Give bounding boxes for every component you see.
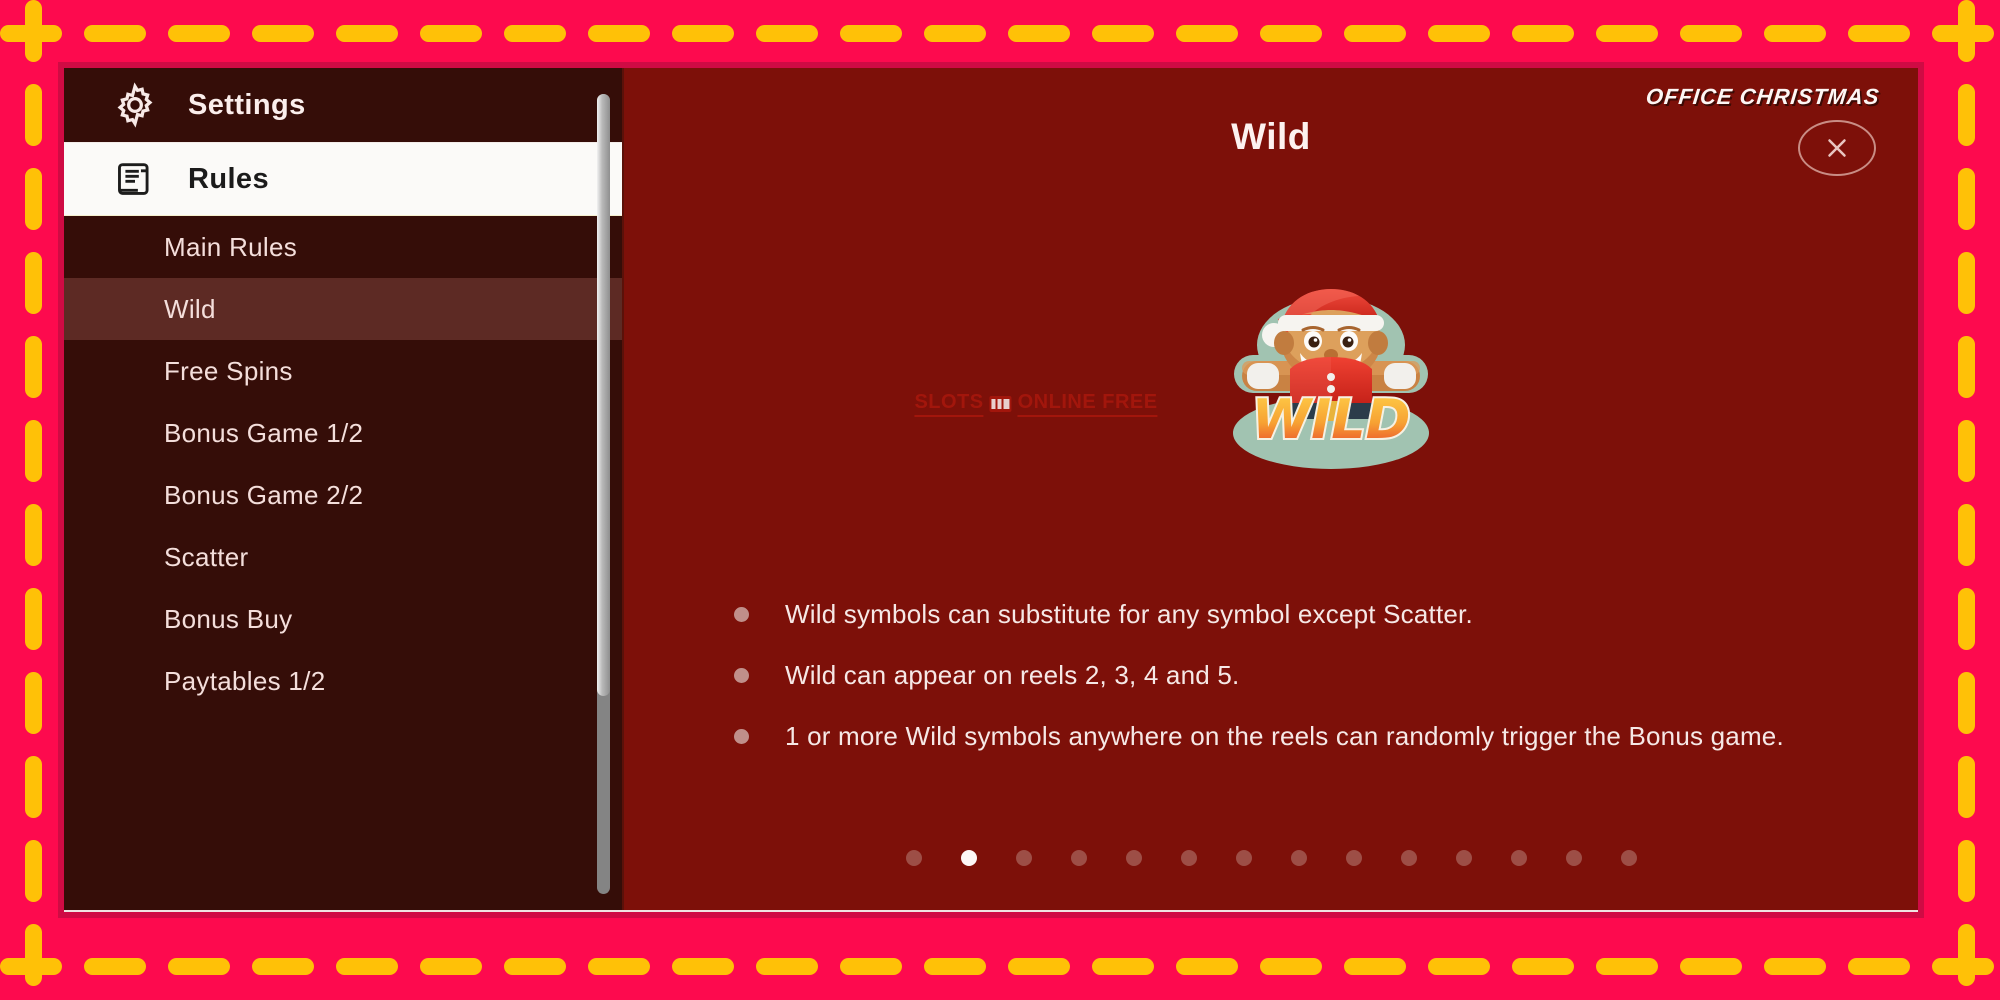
bullet-dot-icon <box>734 667 749 683</box>
sidebar-scrollbar-thumb[interactable] <box>597 94 610 696</box>
sidebar-subitem-main-rules[interactable]: Main Rules <box>64 216 624 278</box>
sidebar-subitem-free-spins[interactable]: Free Spins <box>64 340 624 402</box>
sidebar-subitem-scatter[interactable]: Scatter <box>64 526 624 588</box>
rules-bullet-item: Wild can appear on reels 2, 3, 4 and 5. <box>734 657 1798 694</box>
watermark-left-text: SLOTS <box>914 391 984 417</box>
pagination-dot[interactable] <box>1565 850 1582 866</box>
pagination-dots <box>624 850 1918 866</box>
page-title: Wild <box>1231 116 1311 157</box>
watermark-right-text: ONLINE FREE <box>1017 391 1158 417</box>
frame-dashes-left <box>25 0 42 1000</box>
sidebar-item-rules[interactable]: Rules <box>64 142 624 216</box>
rules-bullet-text: Wild can appear on reels 2, 3, 4 and 5. <box>785 659 1240 690</box>
rules-bullet-item: Wild symbols can substitute for any symb… <box>734 596 1798 633</box>
sidebar-subitem-label: Free Spins <box>164 355 293 386</box>
gear-icon <box>112 82 158 128</box>
symbol-illustration-area: SLOTS ONLINE FREE WILD <box>624 283 1918 483</box>
modal-outer-border: Settings Rules Main Rules Wild Free Spins B… <box>58 62 1924 918</box>
sidebar-item-rules-label: Rules <box>188 162 269 195</box>
close-button[interactable] <box>1798 120 1876 176</box>
sidebar-sub-list: Main Rules Wild Free Spins Bonus Game 1/2 Bo… <box>64 216 624 712</box>
rules-bullet-list: Wild symbols can substitute for any symb… <box>734 596 1798 779</box>
pagination-dot[interactable] <box>1455 850 1472 866</box>
sidebar-scrollbar-track[interactable] <box>597 94 610 894</box>
sidebar-subitem-label: Bonus Game 1/2 <box>164 417 364 448</box>
pagination-dot[interactable] <box>1015 850 1032 866</box>
frame-dashes-top <box>0 25 2000 42</box>
bullet-dot-icon <box>734 607 749 622</box>
pagination-dot[interactable] <box>1290 850 1307 866</box>
sidebar-subitem-label: Bonus Game 2/2 <box>164 479 364 510</box>
rules-bullet-text: Wild symbols can substitute for any symb… <box>785 599 1473 629</box>
slot-machine-icon <box>989 396 1012 412</box>
sidebar-subitem-label: Wild <box>164 293 216 324</box>
sidebar-subitem-bonus-game-2-2[interactable]: Bonus Game 2/2 <box>64 464 624 526</box>
pagination-dot[interactable] <box>1400 850 1417 866</box>
rules-bullet-text: 1 or more Wild symbols anywhere on the r… <box>785 720 1784 751</box>
rules-bullet-item: 1 or more Wild symbols anywhere on the r… <box>734 718 1798 755</box>
frame-dashes-bottom <box>0 958 2000 975</box>
sidebar-subitem-wild[interactable]: Wild <box>64 278 624 340</box>
sidebar-subitem-bonus-game-1-2[interactable]: Bonus Game 1/2 <box>64 402 624 464</box>
sidebar-subitem-label: Scatter <box>164 541 249 572</box>
sidebar: Settings Rules Main Rules Wild Free Spins B… <box>64 68 624 910</box>
content-panel: OFFICE CHRISTMAS Wild SLOTS ONLINE FREE <box>624 68 1918 910</box>
pagination-dot[interactable] <box>905 850 922 866</box>
game-brand-title: OFFICE CHRISTMAS <box>1645 84 1882 109</box>
sidebar-item-settings-label: Settings <box>188 88 306 121</box>
pagination-dot[interactable] <box>960 850 977 866</box>
close-icon <box>1828 139 1846 157</box>
frame-dashes-right <box>1958 0 1975 1000</box>
game-info-modal: Settings Rules Main Rules Wild Free Spins B… <box>64 68 1918 912</box>
pagination-dot[interactable] <box>1620 850 1637 866</box>
sidebar-subitem-label: Bonus Buy <box>164 603 293 634</box>
pagination-dot[interactable] <box>1180 850 1197 866</box>
scroll-icon <box>112 156 158 202</box>
pagination-dot[interactable] <box>1070 850 1087 866</box>
site-watermark: SLOTS ONLINE FREE <box>914 391 1158 417</box>
sidebar-item-settings[interactable]: Settings <box>64 68 624 142</box>
sidebar-subitem-label: Paytables 1/2 <box>164 665 326 696</box>
wild-symbol-caption: WILD <box>1252 388 1411 451</box>
pagination-dot[interactable] <box>1125 850 1142 866</box>
wild-symbol-gingerbread-santa: WILD <box>1233 289 1429 469</box>
pagination-dot[interactable] <box>1235 850 1252 866</box>
pagination-dot[interactable] <box>1510 850 1527 866</box>
sidebar-subitem-label: Main Rules <box>164 231 298 262</box>
sidebar-subitem-paytables-1-2[interactable]: Paytables 1/2 <box>64 650 624 712</box>
bullet-dot-icon <box>734 728 749 744</box>
pagination-dot[interactable] <box>1345 850 1362 866</box>
sidebar-subitem-bonus-buy[interactable]: Bonus Buy <box>64 588 624 650</box>
